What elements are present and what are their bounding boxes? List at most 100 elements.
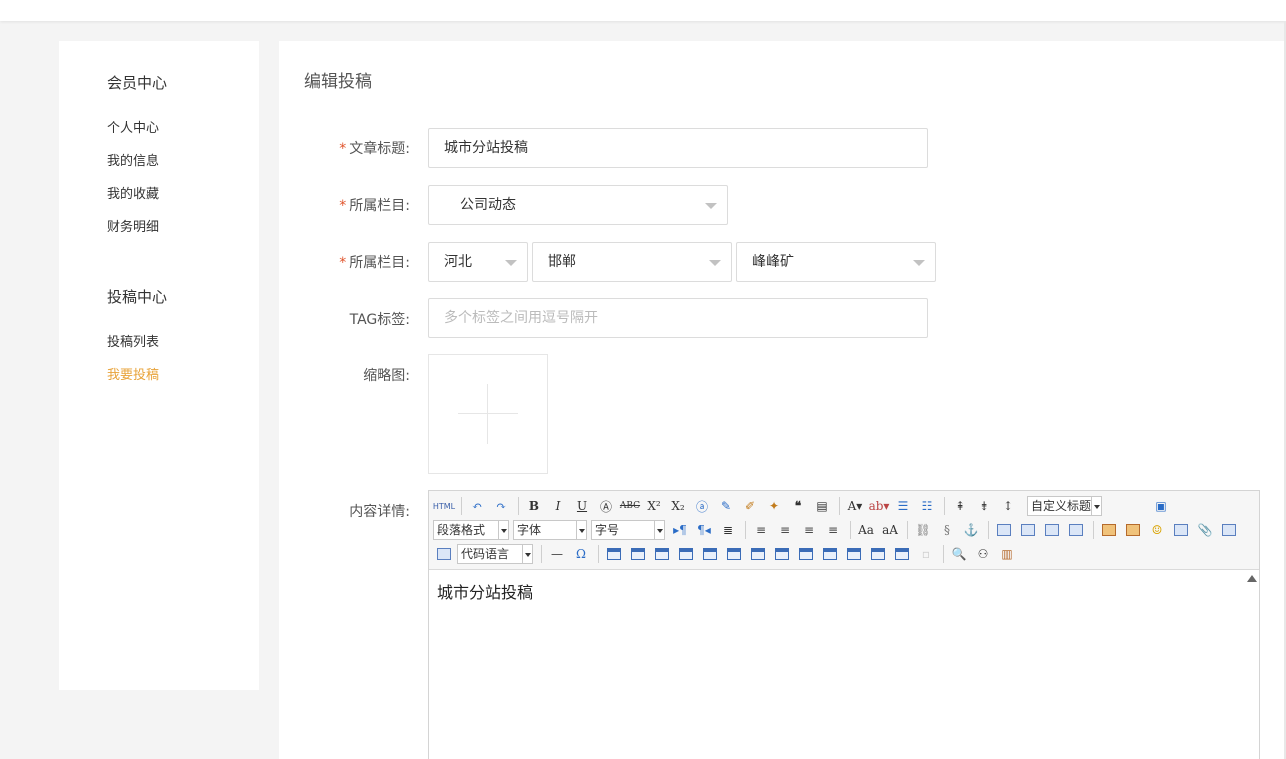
sidebar-item-finance-details[interactable]: 财务明细	[107, 216, 159, 235]
sidebar-item-my-info[interactable]: 我的信息	[107, 150, 159, 169]
insert-frame-icon[interactable]	[1218, 520, 1240, 540]
superscript-icon[interactable]: X²	[643, 496, 665, 516]
delete-col-icon[interactable]	[747, 544, 769, 564]
category-select[interactable]: 公司动态	[428, 185, 728, 225]
editor-content-area[interactable]: 城市分站投稿	[429, 571, 1259, 759]
print-icon[interactable]: ▫	[915, 544, 937, 564]
image-none-icon[interactable]	[993, 520, 1015, 540]
ordered-list-icon[interactable]: ☰	[892, 496, 914, 516]
image-right-icon[interactable]	[1041, 520, 1063, 540]
font-size-select[interactable]: 字号	[591, 520, 665, 540]
bold-icon[interactable]: B	[523, 496, 545, 516]
search-replace-icon[interactable]: ⚇	[972, 544, 994, 564]
paste-plain-icon[interactable]: ▤	[811, 496, 833, 516]
blockquote-icon[interactable]: ❝	[787, 496, 809, 516]
multi-image-icon[interactable]	[1122, 520, 1144, 540]
city-select[interactable]: 邯郸	[532, 242, 732, 282]
unordered-list-icon[interactable]: ☷	[916, 496, 938, 516]
strikethrough-icon[interactable]: ABC	[619, 496, 641, 516]
align-justify-icon[interactable]: ≡	[822, 520, 844, 540]
rich-text-editor: HTML ↶ ↷ B I U Ⓐ ABC X² X₂ ⓐ ✎ ✐ ✦ ❝ ▤ A…	[428, 490, 1260, 759]
chevron-down-icon	[913, 260, 925, 266]
magic-wand-icon[interactable]: ✦	[763, 496, 785, 516]
insert-table-icon[interactable]	[603, 544, 625, 564]
chevron-down-icon	[709, 260, 721, 266]
subscript-icon[interactable]: X₂	[667, 496, 689, 516]
split-cells-icon[interactable]	[843, 544, 865, 564]
emotion-icon[interactable]: ☺	[1146, 520, 1168, 540]
line-height-icon[interactable]: ↕	[997, 496, 1019, 516]
preview-icon[interactable]: 🔍	[948, 544, 970, 564]
highlight-color-icon[interactable]: ab▾	[868, 496, 890, 516]
insert-paragraph-before-table-icon[interactable]	[651, 544, 673, 564]
city-select-value: 邯郸	[548, 254, 576, 270]
chevron-down-icon	[705, 203, 717, 209]
row-spacing-top-icon[interactable]: ⇞	[949, 496, 971, 516]
custom-heading-select[interactable]: 自定义标题	[1027, 496, 1102, 516]
insert-row-icon[interactable]	[675, 544, 697, 564]
special-chars-icon[interactable]: Ω	[570, 544, 592, 564]
to-lowercase-icon[interactable]: aA	[879, 520, 901, 540]
rtl-icon[interactable]: ¶◂	[693, 520, 715, 540]
fullscreen-icon[interactable]: ▣	[1150, 496, 1172, 516]
underline-icon[interactable]: U	[571, 496, 593, 516]
sidebar-item-submission-list[interactable]: 投稿列表	[107, 331, 159, 350]
undo-icon[interactable]: ↶	[466, 496, 488, 516]
align-center-icon[interactable]: ≡	[774, 520, 796, 540]
district-select[interactable]: 峰峰矿	[736, 242, 936, 282]
merge-down-icon[interactable]	[819, 544, 841, 564]
image-left-icon[interactable]	[1017, 520, 1039, 540]
unlink-icon[interactable]: §	[936, 520, 958, 540]
delete-row-icon[interactable]	[699, 544, 721, 564]
eraser-icon[interactable]: ✎	[715, 496, 737, 516]
font-family-select[interactable]: 字体	[513, 520, 587, 540]
delete-table-icon[interactable]	[627, 544, 649, 564]
code-icon[interactable]	[433, 544, 455, 564]
attachment-icon[interactable]: 📎	[1194, 520, 1216, 540]
redo-icon[interactable]: ↷	[490, 496, 512, 516]
category-select-value: 公司动态	[460, 197, 516, 213]
merge-cells-icon[interactable]	[771, 544, 793, 564]
sidebar-item-personal-center[interactable]: 个人中心	[107, 117, 159, 136]
article-title-input[interactable]: 城市分站投稿	[428, 128, 928, 168]
sidebar-item-new-submission[interactable]: 我要投稿	[107, 364, 159, 383]
scroll-up-icon[interactable]	[1247, 575, 1257, 582]
thumbnail-upload[interactable]	[428, 354, 548, 474]
code-language-select[interactable]: 代码语言	[457, 544, 533, 564]
plus-icon	[458, 413, 518, 414]
html-source-button[interactable]: HTML	[433, 496, 455, 516]
sidebar-item-my-favorites[interactable]: 我的收藏	[107, 183, 159, 202]
required-mark: *	[339, 198, 347, 214]
row-spacing-bottom-icon[interactable]: ⇟	[973, 496, 995, 516]
format-brush-icon[interactable]: ✐	[739, 496, 761, 516]
region-label: * 所属栏目:	[339, 255, 410, 271]
align-left-icon[interactable]: ≡	[750, 520, 772, 540]
split-rows-icon[interactable]	[867, 544, 889, 564]
insert-image-icon[interactable]	[1098, 520, 1120, 540]
indent-icon[interactable]: ≣	[717, 520, 739, 540]
font-color-icon[interactable]: A▾	[844, 496, 866, 516]
image-center-icon[interactable]	[1065, 520, 1087, 540]
autotypeset-icon[interactable]: ⓐ	[691, 496, 713, 516]
italic-icon[interactable]: I	[547, 496, 569, 516]
sidebar: 会员中心 个人中心 我的信息 我的收藏 财务明细 投稿中心 投稿列表 我要投稿	[59, 41, 259, 690]
drafts-icon[interactable]: ▥	[996, 544, 1018, 564]
insert-col-icon[interactable]	[723, 544, 745, 564]
insert-video-icon[interactable]	[1170, 520, 1192, 540]
tag-input[interactable]: 多个标签之间用逗号隔开	[428, 298, 928, 338]
font-border-icon[interactable]: Ⓐ	[595, 496, 617, 516]
province-select[interactable]: 河北	[428, 242, 528, 282]
horizontal-rule-icon[interactable]: —	[546, 544, 568, 564]
paragraph-format-select[interactable]: 段落格式	[433, 520, 509, 540]
split-cols-icon[interactable]	[891, 544, 913, 564]
toolbar-row-2: 段落格式 字体 字号 ▸¶ ¶◂ ≣ ≡ ≡ ≡ ≡ Aa aA ⛓ § ⚓ ☺…	[433, 519, 1242, 541]
link-icon[interactable]: ⛓	[912, 520, 934, 540]
editor-toolbar: HTML ↶ ↷ B I U Ⓐ ABC X² X₂ ⓐ ✎ ✐ ✦ ❝ ▤ A…	[429, 491, 1259, 570]
merge-right-icon[interactable]	[795, 544, 817, 564]
ltr-icon[interactable]: ▸¶	[669, 520, 691, 540]
to-uppercase-icon[interactable]: Aa	[855, 520, 877, 540]
anchor-icon[interactable]: ⚓	[960, 520, 982, 540]
required-mark: *	[339, 141, 347, 157]
align-right-icon[interactable]: ≡	[798, 520, 820, 540]
chevron-down-icon	[505, 260, 517, 266]
